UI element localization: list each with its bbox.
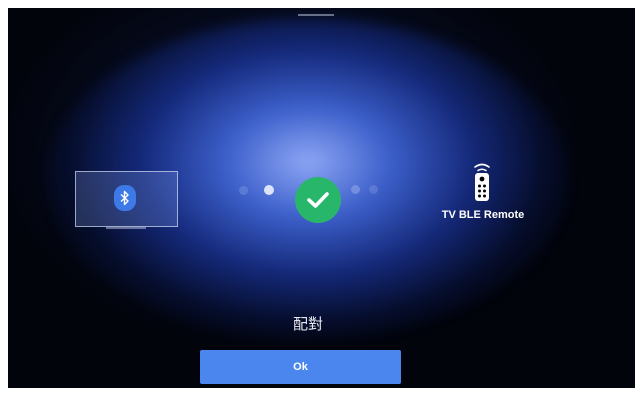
ok-button[interactable]: Ok — [200, 350, 401, 384]
remote-control-icon — [474, 163, 490, 201]
tv-screen: TV BLE Remote 配對 Ok — [8, 8, 635, 388]
photo-frame: TV BLE Remote 配對 Ok — [0, 0, 643, 396]
bluetooth-glyph — [120, 190, 129, 206]
device-name-label: TV BLE Remote — [441, 209, 525, 221]
checkmark-icon — [295, 177, 341, 223]
checkmark-glyph — [307, 192, 329, 208]
progress-dot — [264, 185, 274, 195]
top-edge-mark — [298, 14, 334, 16]
pairing-status-text: 配對 — [292, 315, 323, 333]
bluetooth-icon — [114, 185, 136, 211]
progress-dot — [351, 185, 360, 194]
progress-dot — [369, 185, 378, 194]
tv-stand — [106, 227, 146, 229]
progress-dot — [239, 186, 248, 195]
